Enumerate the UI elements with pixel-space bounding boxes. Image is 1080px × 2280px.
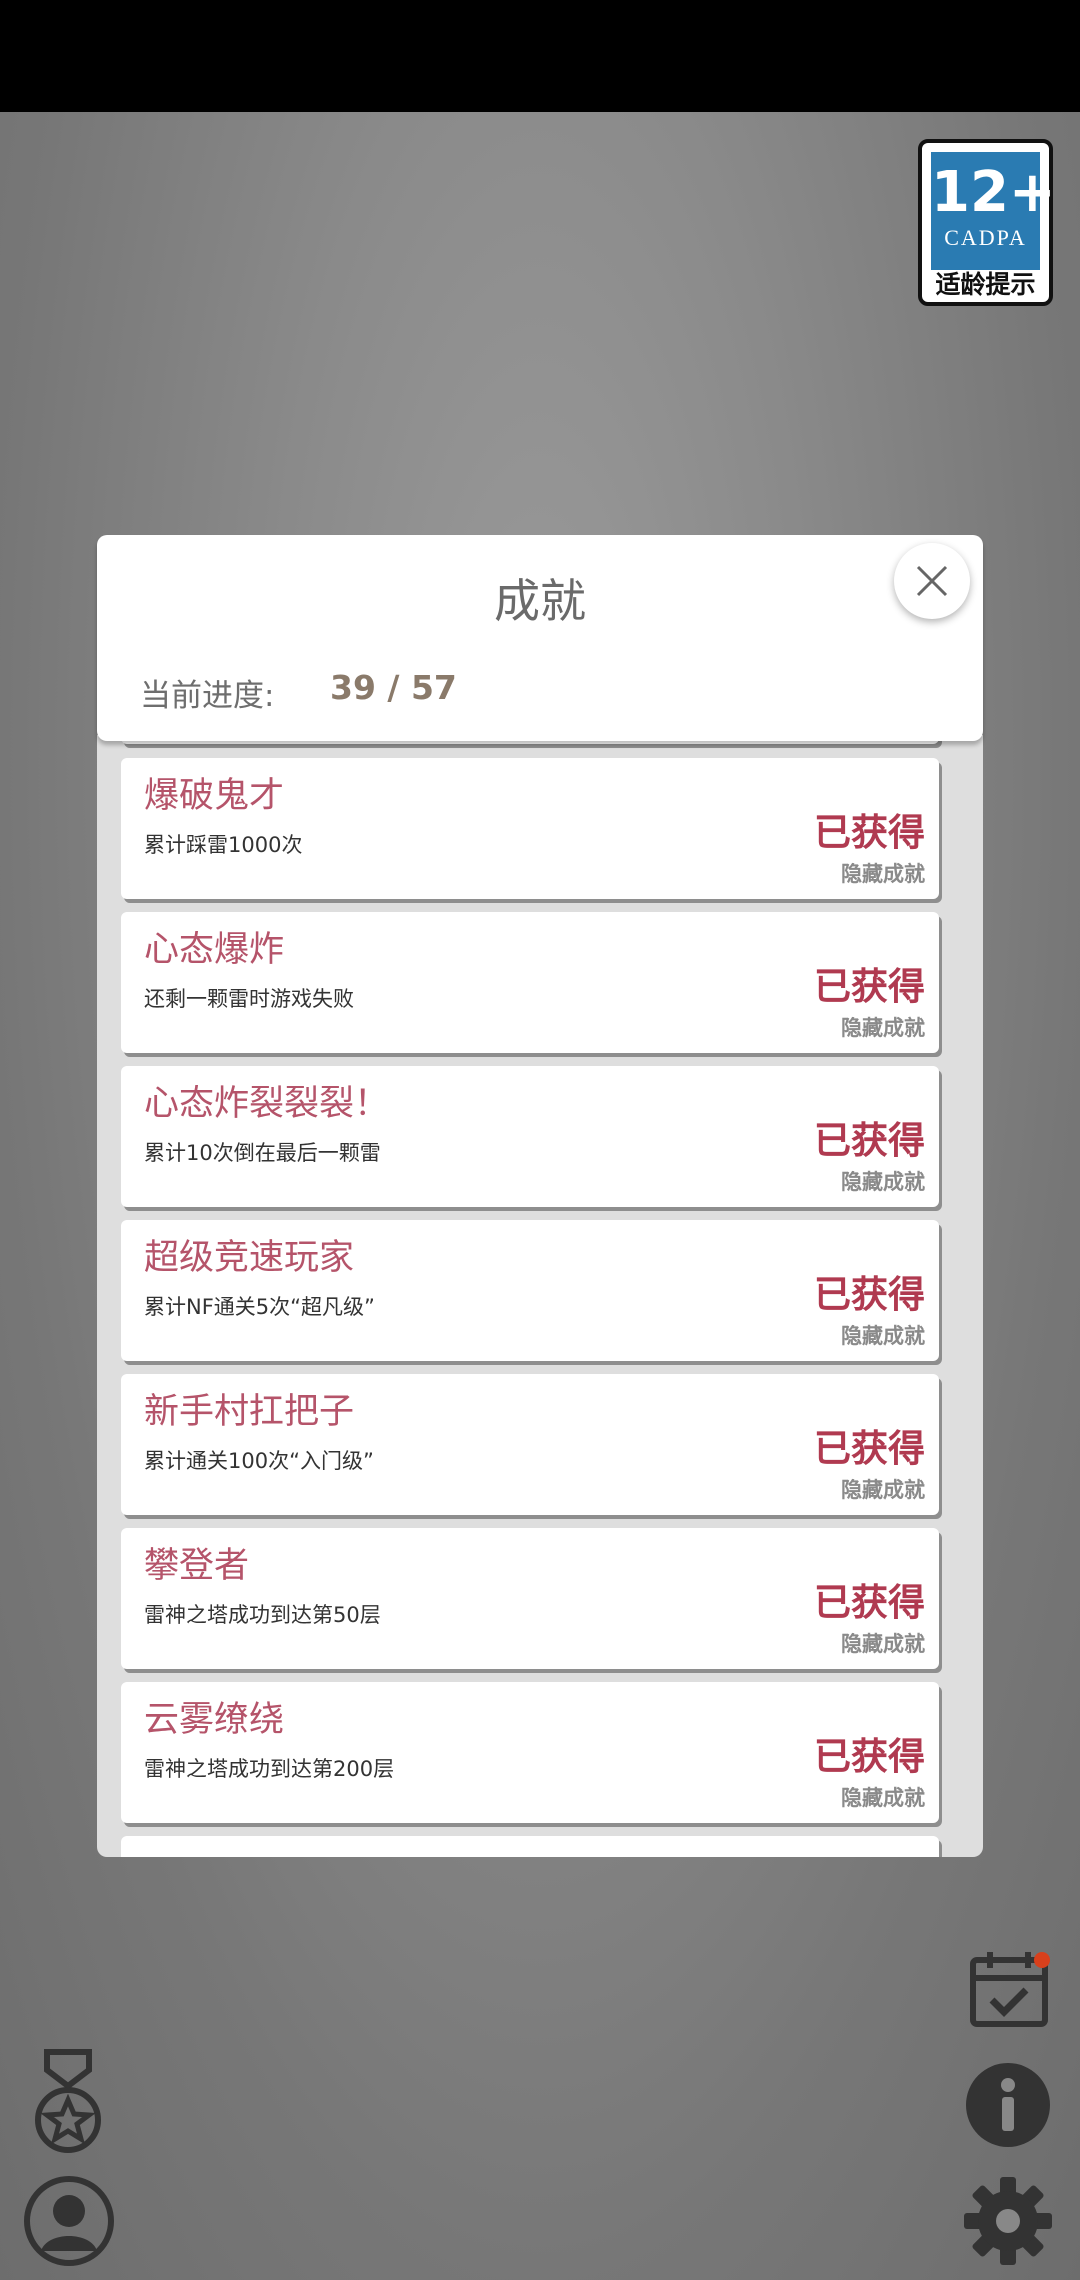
achievement-desc: 雷神之塔成功到达第200层 xyxy=(144,1757,395,1781)
achievement-desc: 累计10次倒在最后一颗雷 xyxy=(144,1141,381,1165)
achievement-status: 已获得 xyxy=(814,1273,925,1316)
achievement-status: 已获得 xyxy=(814,1735,925,1778)
age-rating-panel: 12+ CADPA xyxy=(931,152,1056,270)
achievement-title: 新手村扛把子 xyxy=(144,1392,355,1432)
achievement-title: 攀登者 xyxy=(144,1546,250,1586)
list-item[interactable]: 心态炸裂裂裂！ 累计10次倒在最后一颗雷 已获得 隐藏成就 xyxy=(121,1066,939,1207)
achievement-tag: 隐藏成就 xyxy=(841,1632,925,1656)
achievement-tag: 隐藏成就 xyxy=(841,1016,925,1040)
achievement-title: 超级竞速玩家 xyxy=(144,1238,355,1278)
age-rating-org: CADPA xyxy=(944,225,1027,250)
achievement-status: 已获得 xyxy=(814,965,925,1008)
achievements-list[interactable]: 爆破鬼才 累计踩雷1000次 已获得 隐藏成就 心态爆炸 还剩一颗雷时游戏失败 … xyxy=(97,735,983,1857)
status-bar xyxy=(0,0,1080,112)
list-item[interactable]: 云雾缭绕 雷神之塔成功到达第200层 已获得 隐藏成就 xyxy=(121,1682,939,1823)
list-item[interactable]: 爆破鬼才 累计踩雷1000次 已获得 隐藏成就 xyxy=(121,758,939,899)
list-item[interactable]: 心态爆炸 还剩一颗雷时游戏失败 已获得 隐藏成就 xyxy=(121,912,939,1053)
age-rating-age: 12+ xyxy=(931,160,1056,225)
list-item[interactable]: 攀登者 雷神之塔成功到达第50层 已获得 隐藏成就 xyxy=(121,1528,939,1669)
achievement-tag: 隐藏成就 xyxy=(841,1786,925,1810)
progress-value: 39 / 57 xyxy=(330,668,457,707)
progress-label: 当前进度: xyxy=(140,678,275,714)
achievement-tag: 隐藏成就 xyxy=(841,1478,925,1502)
age-rating-badge[interactable]: 12+ CADPA 适龄提示 xyxy=(918,139,1056,306)
achievement-desc: 雷神之塔成功到达第50层 xyxy=(144,1603,381,1627)
list-item[interactable]: 新手村扛把子 累计通关100次“入门级” 已获得 隐藏成就 xyxy=(121,1374,939,1515)
list-item-partial-bottom xyxy=(121,1836,939,1857)
achievement-status: 已获得 xyxy=(814,1427,925,1470)
medal-icon[interactable] xyxy=(33,2048,103,2162)
achievement-tag: 隐藏成就 xyxy=(841,1170,925,1194)
age-rating-hint: 适龄提示 xyxy=(935,270,1036,299)
close-icon xyxy=(916,565,948,597)
achievement-tag: 隐藏成就 xyxy=(841,1324,925,1348)
achievement-status: 已获得 xyxy=(814,1581,925,1624)
gear-icon[interactable] xyxy=(962,2175,1054,2271)
achievement-tag: 隐藏成就 xyxy=(841,862,925,886)
achievement-title: 爆破鬼才 xyxy=(144,776,285,816)
achievement-status: 已获得 xyxy=(814,1119,925,1162)
achievement-title: 云雾缭绕 xyxy=(144,1700,285,1740)
profile-icon[interactable] xyxy=(23,2175,115,2271)
achievement-title: 心态炸裂裂裂！ xyxy=(144,1084,390,1124)
list-item[interactable]: 超级竞速玩家 累计NF通关5次“超凡级” 已获得 隐藏成就 xyxy=(121,1220,939,1361)
achievement-desc: 累计通关100次“入门级” xyxy=(144,1449,374,1473)
dialog-title: 成就 xyxy=(494,574,586,628)
achievements-dialog-header: 成就 当前进度: 39 / 57 xyxy=(97,535,983,741)
achievement-title: 心态爆炸 xyxy=(144,930,285,970)
achievement-desc: 还剩一颗雷时游戏失败 xyxy=(144,987,354,1011)
calendar-check-icon[interactable] xyxy=(968,1950,1058,2034)
achievement-desc: 累计踩雷1000次 xyxy=(144,833,303,857)
achievement-status: 已获得 xyxy=(814,811,925,854)
achievement-desc: 累计NF通关5次“超凡级” xyxy=(144,1295,375,1319)
info-icon[interactable] xyxy=(965,2062,1051,2152)
close-button[interactable] xyxy=(894,543,970,619)
